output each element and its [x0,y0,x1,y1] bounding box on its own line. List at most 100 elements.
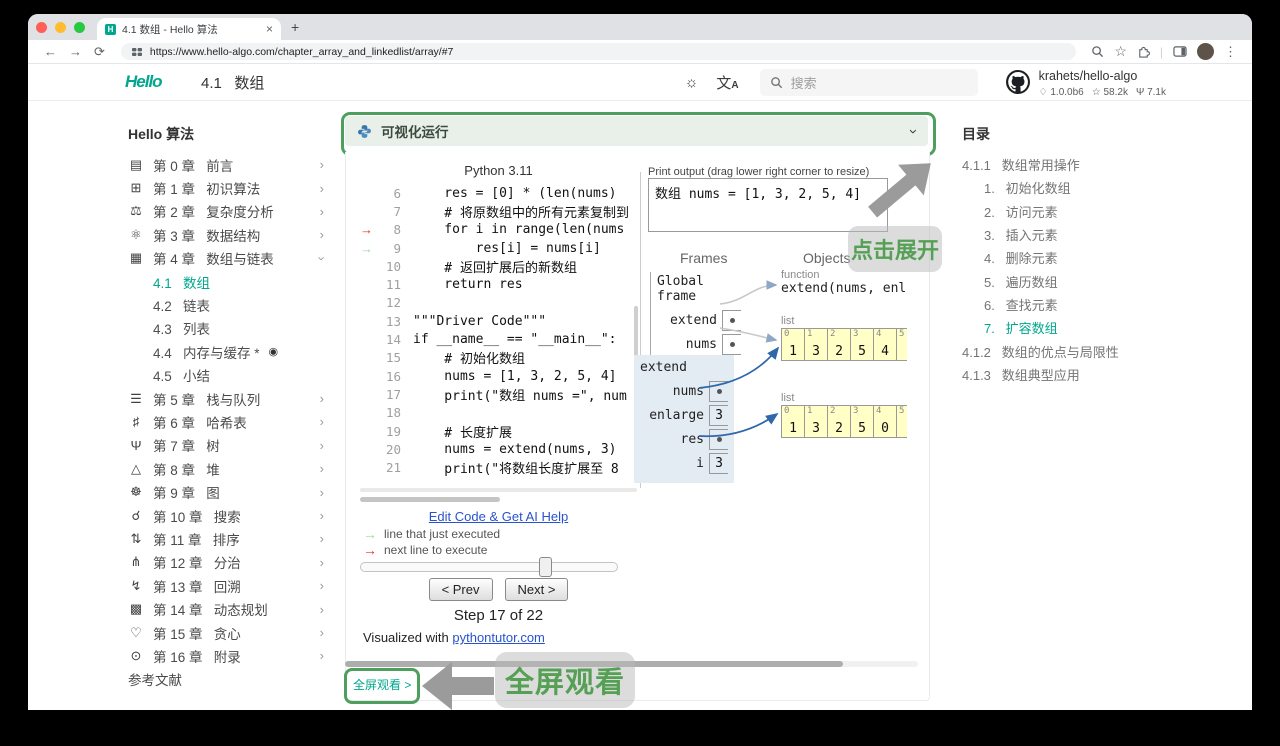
side-panel-icon[interactable] [1173,45,1187,58]
chevron-icon[interactable]: › [320,531,324,546]
chevron-icon[interactable]: › [320,157,324,172]
browser-tab[interactable]: H 4.1 数组 - Hello 算法 × [97,18,281,40]
step-slider-thumb[interactable] [539,557,552,577]
sidebar-subchapter[interactable]: 4.1 数组 [128,270,328,293]
sidebar-chapter[interactable]: ⊞ 第 1 章 初识算法 › [128,176,328,199]
sidebar-item-label[interactable]: 第 16 章 附录 [153,646,311,666]
sidebar-item-label[interactable]: 第 7 章 树 [153,435,311,455]
chevron-icon[interactable]: › [320,578,324,593]
chevron-icon[interactable]: › [320,485,324,500]
sidebar-item-label[interactable]: 第 13 章 回溯 [153,576,311,596]
chevron-icon[interactable]: › [320,461,324,476]
sidebar-chapter[interactable]: ⊙ 第 16 章 附录 › [128,644,328,667]
chevron-icon[interactable]: › [320,391,324,406]
toc-item-label[interactable]: 5. 遍历数组 [984,272,1058,291]
sidebar-chapter[interactable]: ⚛ 第 3 章 数据结构 › [128,223,328,246]
sidebar-item-label[interactable]: 第 0 章 前言 [153,155,311,175]
toc-item-label[interactable]: 7. 扩容数组 [984,318,1058,337]
toc-item-label[interactable]: 6. 查找元素 [984,295,1058,314]
sidebar-subchapter[interactable]: 4.4 内存与缓存 * ◉ [128,340,328,363]
sidebar-item-label[interactable]: 第 12 章 分治 [153,552,311,572]
code-horizontal-scrollbar[interactable] [360,497,500,502]
toc-item[interactable]: 7. 扩容数组 [962,316,1242,339]
github-repo-link[interactable]: krahets/hello-algo ♢ 1.0.0b6 ☆ 58.2k Ψ 7… [1005,67,1166,98]
sidebar-chapter[interactable]: ▤ 第 0 章 前言 › [128,153,328,176]
toc-item-label[interactable]: 4.1.1 数组常用操作 [962,155,1080,174]
toc-item-label[interactable]: 3. 插入元素 [984,225,1058,244]
reload-icon[interactable]: ⟳ [94,44,105,60]
visual-run-summary[interactable]: 可视化运行 › [345,116,928,146]
sidebar-item-label[interactable]: 第 8 章 堆 [153,459,311,479]
new-tab-button[interactable]: + [291,19,299,35]
tab-close-icon[interactable]: × [266,22,273,36]
toc-item[interactable]: 1. 初始化数组 [962,176,1242,199]
url-text[interactable]: https://www.hello-algo.com/chapter_array… [150,46,454,58]
toc-item-label[interactable]: 4.1.2 数组的优点与局限性 [962,342,1119,361]
sidebar-subitem-label[interactable]: 4.1 数组 [153,272,328,292]
sidebar-item-label[interactable]: 第 11 章 排序 [153,529,311,549]
sidebar-chapter[interactable]: ♡ 第 15 章 贪心 › [128,621,328,644]
sidebar-subitem-label[interactable]: 4.3 列表 [153,318,328,338]
sidebar-subchapter[interactable]: 4.2 链表 [128,293,328,316]
sidebar-item-label[interactable]: 第 9 章 图 [153,482,311,502]
search-input[interactable]: 搜索 [759,68,978,96]
sidebar-chapter[interactable]: ▦ 第 4 章 数组与链表 › [128,247,329,270]
sidebar-item-label[interactable]: 第 5 章 栈与队列 [153,389,311,409]
pythontutor-link[interactable]: pythontutor.com [452,630,545,645]
sidebar-item-label[interactable]: 第 10 章 搜索 [153,506,311,526]
maximize-window-button[interactable] [74,21,85,33]
next-button[interactable]: Next > [504,578,569,601]
chevron-icon[interactable]: › [320,181,324,196]
toc-item[interactable]: 3. 插入元素 [962,223,1242,246]
chevron-icon[interactable]: › [314,256,329,260]
sidebar-item-label[interactable]: 第 4 章 数组与链表 [153,248,311,268]
chevron-icon[interactable]: › [320,414,324,429]
chevron-icon[interactable]: › [320,648,324,663]
chevron-icon[interactable]: › [320,438,324,453]
sidebar-chapter[interactable]: ☌ 第 10 章 搜索 › [128,504,328,527]
url-bar[interactable]: https://www.hello-algo.com/chapter_array… [120,43,1077,60]
toc-item[interactable]: 4.1.3 数组典型应用 [962,363,1242,386]
back-icon[interactable]: ← [44,44,57,59]
chevron-icon[interactable]: › [320,625,324,640]
chevron-icon[interactable]: › [320,508,324,523]
theme-toggle-icon[interactable]: ☼ [685,74,699,91]
profile-avatar[interactable] [1197,43,1214,60]
prev-button[interactable]: < Prev [428,578,493,601]
sidebar-chapter[interactable]: ♯ 第 6 章 哈希表 › [128,410,328,433]
toc-item-label[interactable]: 2. 访问元素 [984,202,1058,221]
sidebar-item-label[interactable]: 第 14 章 动态规划 [153,599,311,619]
browser-menu-icon[interactable]: ⋮ [1224,44,1237,60]
site-info-icon[interactable] [131,46,143,58]
sidebar-subitem-label[interactable]: 4.2 链表 [153,295,328,315]
fullscreen-link[interactable]: 全屏观看 > [353,676,411,693]
sidebar-item-label[interactable]: 第 15 章 贪心 [153,623,311,643]
close-window-button[interactable] [36,21,47,33]
sidebar-subitem-label[interactable]: 4.4 内存与缓存 * [153,342,260,362]
toc-item[interactable]: 6. 查找元素 [962,293,1242,316]
site-logo[interactable]: Hello [125,72,185,92]
chevron-icon[interactable]: › [320,555,324,570]
toc-item-label[interactable]: 4. 删除元素 [984,248,1058,267]
sidebar-chapter[interactable]: ⚖ 第 2 章 复杂度分析 › [128,200,328,223]
minimize-window-button[interactable] [55,21,66,33]
chevron-down-icon[interactable]: › [905,129,922,134]
sidebar-chapter[interactable]: ▩ 第 14 章 动态规划 › [128,597,328,620]
chevron-icon[interactable]: › [320,204,324,219]
step-slider[interactable] [360,557,618,577]
toc-item[interactable]: 4.1.1 数组常用操作 [962,153,1242,176]
sidebar-subitem-label[interactable]: 4.5 小结 [153,365,328,385]
toc-item[interactable]: 2. 访问元素 [962,200,1242,223]
sidebar-chapter[interactable]: ↯ 第 13 章 回溯 › [128,574,328,597]
toc-item[interactable]: 5. 遍历数组 [962,269,1242,292]
sidebar-item-label[interactable]: 第 2 章 复杂度分析 [153,201,311,221]
sidebar-item-label[interactable]: 第 1 章 初识算法 [153,178,311,198]
toc-item-label[interactable]: 4.1.3 数组典型应用 [962,365,1080,384]
sidebar-chapter[interactable]: ☰ 第 5 章 栈与队列 › [128,387,328,410]
translate-icon[interactable]: 文A [716,72,738,93]
extensions-icon[interactable] [1137,45,1150,58]
forward-icon[interactable]: → [69,44,82,59]
sidebar-item-label[interactable]: 第 6 章 哈希表 [153,412,311,432]
sidebar-item-label[interactable]: 第 3 章 数据结构 [153,225,311,245]
bookmark-star-icon[interactable]: ☆ [1114,43,1127,60]
